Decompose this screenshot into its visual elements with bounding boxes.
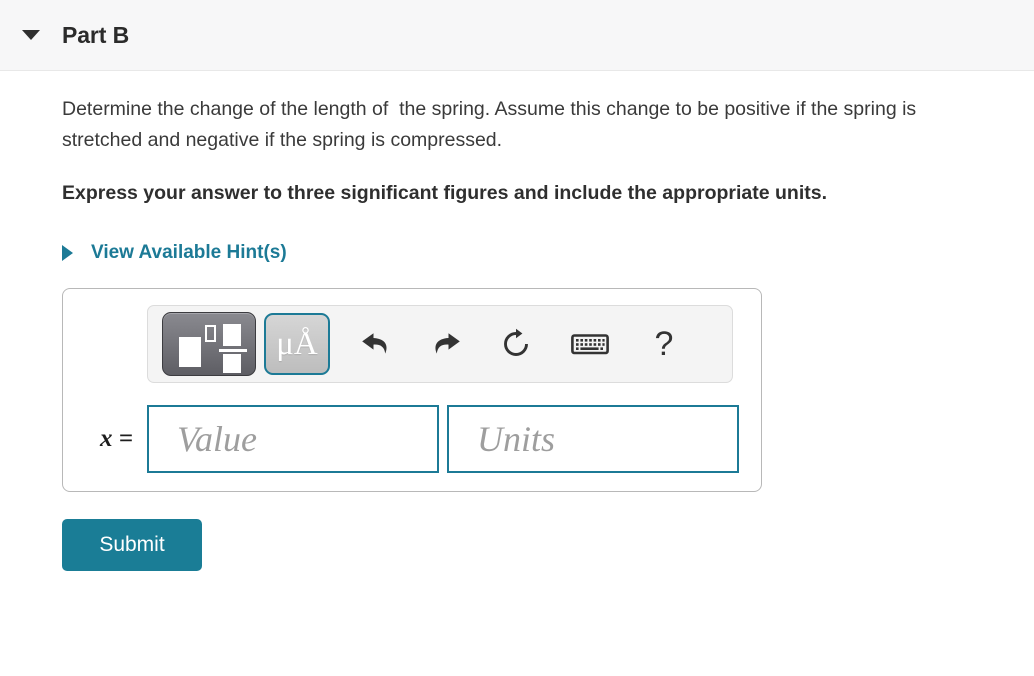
undo-button[interactable] (348, 313, 404, 375)
redo-arrow-icon (435, 333, 460, 354)
reset-circular-arrow-icon (504, 328, 528, 356)
caret-down-icon (22, 30, 40, 40)
view-hints-label: View Available Hint(s) (91, 242, 287, 263)
math-template-numerator-icon (223, 324, 241, 346)
math-template-superscript-icon (205, 325, 216, 342)
units-button[interactable]: μÅ (264, 313, 330, 375)
answer-entry-box: μÅ ? x = Value Units (62, 288, 762, 492)
keyboard-icon (571, 334, 609, 355)
units-placeholder: Units (477, 419, 556, 459)
part-content: Determine the change of the length of th… (0, 71, 1034, 571)
caret-right-icon (62, 245, 73, 261)
units-input[interactable]: Units (447, 405, 739, 473)
question-instruction: Express your answer to three significant… (62, 182, 827, 204)
question-mark-icon: ? (654, 325, 674, 363)
variable-label: x = (100, 425, 133, 452)
collapse-part-toggle[interactable] (0, 30, 62, 40)
math-template-denominator-icon (223, 354, 241, 373)
page-title: Part B (62, 21, 130, 48)
redo-button[interactable] (418, 313, 474, 375)
part-header: Part B (0, 0, 1034, 71)
answer-input-row: x = Value Units (79, 405, 745, 473)
undo-arrow-icon (362, 333, 387, 354)
view-hints-link[interactable]: View Available Hint(s) (62, 209, 287, 264)
math-template-fraction-bar-icon (219, 349, 247, 352)
math-template-button[interactable] (162, 312, 256, 376)
keyboard-button[interactable] (562, 313, 618, 375)
question-prompt: Determine the change of the length of th… (62, 98, 922, 151)
math-template-icon (179, 337, 201, 367)
units-icon: μÅ (276, 325, 318, 362)
value-input[interactable]: Value (147, 405, 439, 473)
help-button[interactable]: ? (636, 313, 692, 375)
answer-toolbar: μÅ ? (147, 305, 733, 383)
submit-button[interactable]: Submit (62, 519, 202, 571)
value-placeholder: Value (177, 419, 257, 459)
reset-button[interactable] (488, 313, 544, 375)
